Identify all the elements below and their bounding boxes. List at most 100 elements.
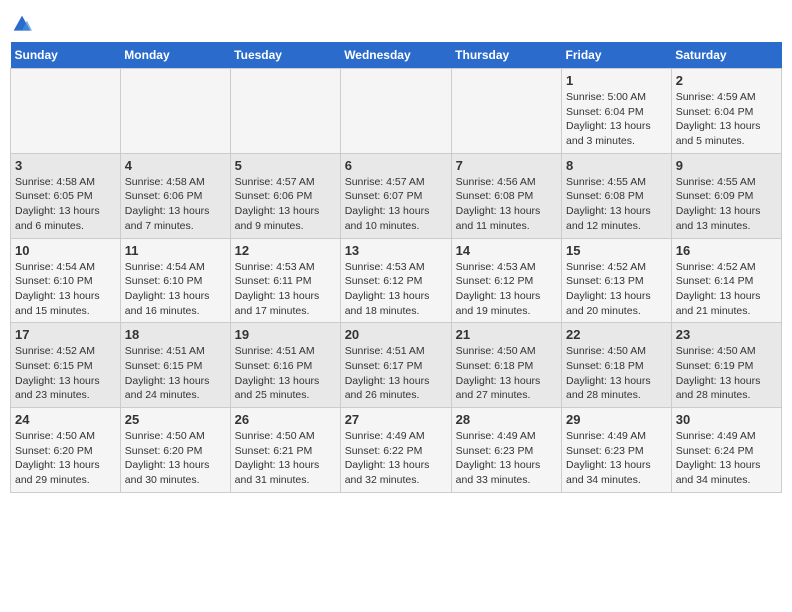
day-number: 19 [235,327,336,342]
calendar-cell [451,69,561,154]
calendar-cell [120,69,230,154]
day-info: Sunrise: 4:57 AMSunset: 6:07 PMDaylight:… [345,175,447,234]
calendar-cell: 27 Sunrise: 4:49 AMSunset: 6:22 PMDayligh… [340,408,451,493]
calendar-cell [340,69,451,154]
day-info: Sunrise: 4:52 AMSunset: 6:15 PMDaylight:… [15,344,116,403]
day-number: 8 [566,158,667,173]
day-number: 14 [456,243,557,258]
calendar-cell: 22 Sunrise: 4:50 AMSunset: 6:18 PMDayligh… [562,323,672,408]
day-number: 12 [235,243,336,258]
day-info: Sunrise: 4:51 AMSunset: 6:16 PMDaylight:… [235,344,336,403]
day-number: 23 [676,327,777,342]
calendar-cell: 2 Sunrise: 4:59 AMSunset: 6:04 PMDaylight… [671,69,781,154]
day-number: 13 [345,243,447,258]
day-number: 22 [566,327,667,342]
logo [10,14,32,34]
day-header-thursday: Thursday [451,42,561,69]
week-row-4: 17Sunrise: 4:52 AMSunset: 6:15 PMDayligh… [11,323,782,408]
day-number: 4 [125,158,226,173]
day-number: 3 [15,158,116,173]
calendar-cell: 21Sunrise: 4:50 AMSunset: 6:18 PMDayligh… [451,323,561,408]
calendar-cell: 14 Sunrise: 4:53 AMSunset: 6:12 PMDayligh… [451,238,561,323]
calendar-cell: 19 Sunrise: 4:51 AMSunset: 6:16 PMDayligh… [230,323,340,408]
day-number: 6 [345,158,447,173]
day-info: Sunrise: 4:51 AMSunset: 6:17 PMDaylight:… [345,344,447,403]
day-number: 24 [15,412,116,427]
week-row-2: 3 Sunrise: 4:58 AMSunset: 6:05 PMDaylight… [11,153,782,238]
day-number: 1 [566,73,667,88]
day-info: Sunrise: 4:52 AMSunset: 6:14 PMDaylight:… [676,260,777,319]
day-number: 28 [456,412,557,427]
day-number: 20 [345,327,447,342]
day-info: Sunrise: 4:50 AMSunset: 6:21 PMDaylight:… [235,429,336,488]
day-number: 11 [125,243,226,258]
day-info: Sunrise: 5:00 AMSunset: 6:04 PMDaylight:… [566,90,667,149]
day-info: Sunrise: 4:58 AMSunset: 6:06 PMDaylight:… [125,175,226,234]
calendar-cell: 18Sunrise: 4:51 AMSunset: 6:15 PMDayligh… [120,323,230,408]
day-info: Sunrise: 4:59 AMSunset: 6:04 PMDaylight:… [676,90,777,149]
week-row-5: 24 Sunrise: 4:50 AMSunset: 6:20 PMDayligh… [11,408,782,493]
day-info: Sunrise: 4:53 AMSunset: 6:11 PMDaylight:… [235,260,336,319]
calendar-cell: 28 Sunrise: 4:49 AMSunset: 6:23 PMDayligh… [451,408,561,493]
day-info: Sunrise: 4:49 AMSunset: 6:23 PMDaylight:… [456,429,557,488]
calendar-cell: 3 Sunrise: 4:58 AMSunset: 6:05 PMDaylight… [11,153,121,238]
day-number: 2 [676,73,777,88]
day-header-tuesday: Tuesday [230,42,340,69]
header [10,10,782,34]
calendar-cell: 17Sunrise: 4:52 AMSunset: 6:15 PMDayligh… [11,323,121,408]
day-header-sunday: Sunday [11,42,121,69]
calendar-cell: 6 Sunrise: 4:57 AMSunset: 6:07 PMDaylight… [340,153,451,238]
logo-icon [12,14,32,34]
calendar-cell: 11 Sunrise: 4:54 AMSunset: 6:10 PMDayligh… [120,238,230,323]
day-info: Sunrise: 4:58 AMSunset: 6:05 PMDaylight:… [15,175,116,234]
day-number: 21 [456,327,557,342]
calendar-cell: 25 Sunrise: 4:50 AMSunset: 6:20 PMDayligh… [120,408,230,493]
calendar-cell: 12 Sunrise: 4:53 AMSunset: 6:11 PMDayligh… [230,238,340,323]
day-number: 7 [456,158,557,173]
day-info: Sunrise: 4:49 AMSunset: 6:23 PMDaylight:… [566,429,667,488]
calendar-cell: 5 Sunrise: 4:57 AMSunset: 6:06 PMDaylight… [230,153,340,238]
day-number: 10 [15,243,116,258]
day-info: Sunrise: 4:49 AMSunset: 6:22 PMDaylight:… [345,429,447,488]
day-number: 26 [235,412,336,427]
week-row-3: 10 Sunrise: 4:54 AMSunset: 6:10 PMDayligh… [11,238,782,323]
day-info: Sunrise: 4:57 AMSunset: 6:06 PMDaylight:… [235,175,336,234]
day-info: Sunrise: 4:53 AMSunset: 6:12 PMDaylight:… [345,260,447,319]
calendar-cell: 16Sunrise: 4:52 AMSunset: 6:14 PMDayligh… [671,238,781,323]
day-number: 18 [125,327,226,342]
calendar-cell: 7 Sunrise: 4:56 AMSunset: 6:08 PMDaylight… [451,153,561,238]
calendar-cell: 4 Sunrise: 4:58 AMSunset: 6:06 PMDaylight… [120,153,230,238]
calendar-cell: 10 Sunrise: 4:54 AMSunset: 6:10 PMDayligh… [11,238,121,323]
day-info: Sunrise: 4:50 AMSunset: 6:20 PMDaylight:… [125,429,226,488]
day-info: Sunrise: 4:55 AMSunset: 6:08 PMDaylight:… [566,175,667,234]
calendar-cell: 8 Sunrise: 4:55 AMSunset: 6:08 PMDaylight… [562,153,672,238]
day-info: Sunrise: 4:54 AMSunset: 6:10 PMDaylight:… [125,260,226,319]
day-info: Sunrise: 4:53 AMSunset: 6:12 PMDaylight:… [456,260,557,319]
day-info: Sunrise: 4:50 AMSunset: 6:20 PMDaylight:… [15,429,116,488]
week-row-1: 1 Sunrise: 5:00 AMSunset: 6:04 PMDaylight… [11,69,782,154]
day-info: Sunrise: 4:50 AMSunset: 6:18 PMDaylight:… [566,344,667,403]
day-number: 5 [235,158,336,173]
day-number: 29 [566,412,667,427]
day-info: Sunrise: 4:56 AMSunset: 6:08 PMDaylight:… [456,175,557,234]
calendar-cell: 26 Sunrise: 4:50 AMSunset: 6:21 PMDayligh… [230,408,340,493]
day-number: 9 [676,158,777,173]
calendar-cell [230,69,340,154]
day-info: Sunrise: 4:52 AMSunset: 6:13 PMDaylight:… [566,260,667,319]
calendar-cell: 24 Sunrise: 4:50 AMSunset: 6:20 PMDayligh… [11,408,121,493]
day-number: 30 [676,412,777,427]
calendar-cell: 1 Sunrise: 5:00 AMSunset: 6:04 PMDaylight… [562,69,672,154]
day-info: Sunrise: 4:54 AMSunset: 6:10 PMDaylight:… [15,260,116,319]
day-header-wednesday: Wednesday [340,42,451,69]
day-header-saturday: Saturday [671,42,781,69]
calendar-cell: 20 Sunrise: 4:51 AMSunset: 6:17 PMDayligh… [340,323,451,408]
day-info: Sunrise: 4:55 AMSunset: 6:09 PMDaylight:… [676,175,777,234]
calendar-cell: 29 Sunrise: 4:49 AMSunset: 6:23 PMDayligh… [562,408,672,493]
calendar-cell: 13 Sunrise: 4:53 AMSunset: 6:12 PMDayligh… [340,238,451,323]
calendar-cell: 30Sunrise: 4:49 AMSunset: 6:24 PMDayligh… [671,408,781,493]
day-info: Sunrise: 4:50 AMSunset: 6:19 PMDaylight:… [676,344,777,403]
calendar-cell: 23 Sunrise: 4:50 AMSunset: 6:19 PMDayligh… [671,323,781,408]
day-number: 25 [125,412,226,427]
calendar-cell [11,69,121,154]
day-number: 27 [345,412,447,427]
